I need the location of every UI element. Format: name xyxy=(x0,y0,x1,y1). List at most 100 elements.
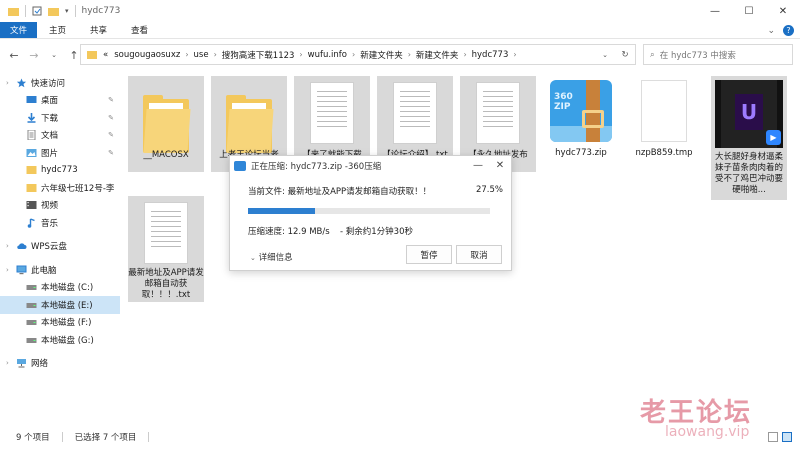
nav-item-label: 文档 xyxy=(41,131,59,142)
nav-item-videos[interactable]: 视频 xyxy=(0,197,120,215)
properties-icon[interactable] xyxy=(32,6,42,16)
chevron-right-icon[interactable]: › xyxy=(212,50,219,59)
chevron-down-icon[interactable]: ⌄ xyxy=(767,26,775,36)
close-button[interactable]: ✕ xyxy=(766,0,800,22)
minimize-button[interactable]: — xyxy=(467,156,489,176)
search-box[interactable]: ⌕ 在 hydc773 中搜索 xyxy=(643,44,793,65)
folder-icon xyxy=(26,183,37,192)
nav-item-label: 快速访问 xyxy=(31,78,66,89)
chevron-down-icon[interactable]: › xyxy=(6,266,16,274)
drive-icon xyxy=(26,337,37,343)
chevron-right-icon[interactable]: › xyxy=(350,50,357,59)
breadcrumb-item[interactable]: 新建文件夹 xyxy=(413,49,462,61)
progress-bar xyxy=(248,208,490,214)
nav-item-label: 视频 xyxy=(41,201,59,212)
drive-icon xyxy=(26,302,37,308)
nav-item-music[interactable]: 音乐 xyxy=(0,214,120,232)
tab-share[interactable]: 共享 xyxy=(78,22,119,38)
customize-qat-icon[interactable]: ▾ xyxy=(65,7,69,15)
address-bar[interactable]: « sougougaosuxz › use › 搜狗高速下载1123 › wuf… xyxy=(80,44,636,65)
nav-item-hydc773[interactable]: hydc773 xyxy=(0,162,120,180)
file-item[interactable]: __MACOSX xyxy=(128,76,204,172)
details-toggle[interactable]: ⌄ 详细信息 xyxy=(250,251,293,263)
back-arrow-icon[interactable]: ← xyxy=(6,49,22,62)
nav-item-this-pc[interactable]: › 此电脑 xyxy=(0,261,120,279)
chevron-right-icon[interactable]: › xyxy=(6,359,16,367)
nav-item-pictures[interactable]: 图片 ✎ xyxy=(0,144,120,162)
nav-item-documents[interactable]: 文档 ✎ xyxy=(0,127,120,145)
new-folder-icon[interactable] xyxy=(48,7,59,16)
chevron-right-icon[interactable]: › xyxy=(406,50,413,59)
folder-icon xyxy=(143,95,191,153)
breadcrumb-overflow[interactable]: « xyxy=(100,50,111,60)
nav-item-drive-f[interactable]: 本地磁盘 (F:) xyxy=(0,314,120,332)
item-count: 9 个项目 xyxy=(16,433,50,443)
maximize-button[interactable]: ☐ xyxy=(732,0,766,22)
tab-file[interactable]: 文件 xyxy=(0,22,38,38)
nav-item-drive-c[interactable]: 本地磁盘 (C:) xyxy=(0,279,120,297)
nav-item-wps-cloud[interactable]: › WPS云盘 xyxy=(0,238,120,256)
nav-item-desktop[interactable]: 桌面 ✎ xyxy=(0,92,120,110)
video-thumbnail: U ▶ xyxy=(715,80,783,148)
current-file-text: 当前文件: 最新地址及APP请发邮箱自动获取！！ xyxy=(248,187,432,197)
breadcrumb-item[interactable]: sougougaosuxz xyxy=(111,50,183,60)
nav-item-label: 桌面 xyxy=(41,96,59,107)
file-item[interactable]: U ▶ 大长腿好身材逼柔妹子苗条肉肉着的受不了鸡巴冲动要硬啪啪... xyxy=(711,76,787,200)
watermark-url: laowang.vip xyxy=(665,424,750,440)
file-item[interactable]: 最新地址及APP请发邮箱自动获取！！！.txt xyxy=(128,196,204,302)
pin-icon[interactable]: ✎ xyxy=(108,114,114,122)
nav-item-label: 图片 xyxy=(41,148,59,159)
breadcrumb-item[interactable]: wufu.info xyxy=(305,50,350,60)
cancel-button[interactable]: 取消 xyxy=(456,245,502,264)
help-icon[interactable]: ? xyxy=(783,25,794,36)
nav-item-drive-e[interactable]: 本地磁盘 (E:) xyxy=(0,296,120,314)
breadcrumb-item[interactable]: hydc773 xyxy=(469,50,512,60)
refresh-icon[interactable]: ↻ xyxy=(615,50,635,60)
nav-item-quick-access[interactable]: › 快速访问 xyxy=(0,74,120,92)
folder-icon xyxy=(26,166,37,175)
pin-icon[interactable]: ✎ xyxy=(108,149,114,157)
chevron-down-icon: ⌄ xyxy=(250,254,256,262)
star-icon xyxy=(16,78,27,88)
minimize-button[interactable]: — xyxy=(698,0,732,22)
file-name: nzpB859.tmp xyxy=(635,148,693,158)
nav-item-downloads[interactable]: 下载 ✎ xyxy=(0,109,120,127)
details-view-icon[interactable] xyxy=(768,432,778,442)
chevron-down-icon[interactable]: › xyxy=(6,79,16,87)
file-name: 大长腿好身材逼柔妹子苗条肉肉着的受不了鸡巴冲动要硬啪啪... xyxy=(714,152,783,195)
pin-icon[interactable]: ✎ xyxy=(108,96,114,104)
nav-item-network[interactable]: › 网络 xyxy=(0,355,120,373)
close-button[interactable]: ✕ xyxy=(489,156,511,176)
nav-item-class-folder[interactable]: 六年级七班12号-李 xyxy=(0,179,120,197)
file-item[interactable]: nzpB859.tmp xyxy=(626,76,702,159)
tab-home[interactable]: 主页 xyxy=(37,22,78,38)
breadcrumb-item[interactable]: 新建文件夹 xyxy=(357,49,406,61)
chevron-right-icon[interactable]: › xyxy=(511,50,518,59)
chevron-right-icon[interactable]: › xyxy=(297,50,304,59)
large-icons-view-icon[interactable] xyxy=(782,432,792,442)
chevron-right-icon[interactable]: › xyxy=(183,50,190,59)
recent-locations-icon[interactable]: ⌄ xyxy=(46,51,62,59)
address-dropdown-icon[interactable]: ⌄ xyxy=(595,51,615,59)
picture-icon xyxy=(26,148,37,157)
chevron-right-icon[interactable]: › xyxy=(6,242,16,250)
pin-icon[interactable]: ✎ xyxy=(108,131,114,139)
zip-icon-label: 360 ZIP xyxy=(554,92,573,112)
document-icon xyxy=(27,130,36,141)
progress-fill xyxy=(248,208,315,214)
download-icon xyxy=(27,112,36,123)
text-file-icon xyxy=(310,82,354,144)
forward-arrow-icon[interactable]: → xyxy=(26,49,42,62)
pause-button[interactable]: 暂停 xyxy=(406,245,452,264)
file-item[interactable]: 360 ZIP hydc773.zip xyxy=(543,76,619,159)
breadcrumb-item[interactable]: use xyxy=(191,50,212,60)
window-controls: — ☐ ✕ xyxy=(698,0,800,22)
nav-item-drive-g[interactable]: 本地磁盘 (G:) xyxy=(0,331,120,349)
folder-small-icon xyxy=(87,51,97,59)
search-input[interactable]: 在 hydc773 中搜索 xyxy=(660,49,736,61)
time-remaining: - 剩余约1分钟30秒 xyxy=(340,227,413,237)
chevron-right-icon[interactable]: › xyxy=(461,50,468,59)
tab-view[interactable]: 查看 xyxy=(119,22,160,38)
text-file-icon xyxy=(476,82,520,144)
breadcrumb-item[interactable]: 搜狗高速下载1123 xyxy=(219,49,298,61)
